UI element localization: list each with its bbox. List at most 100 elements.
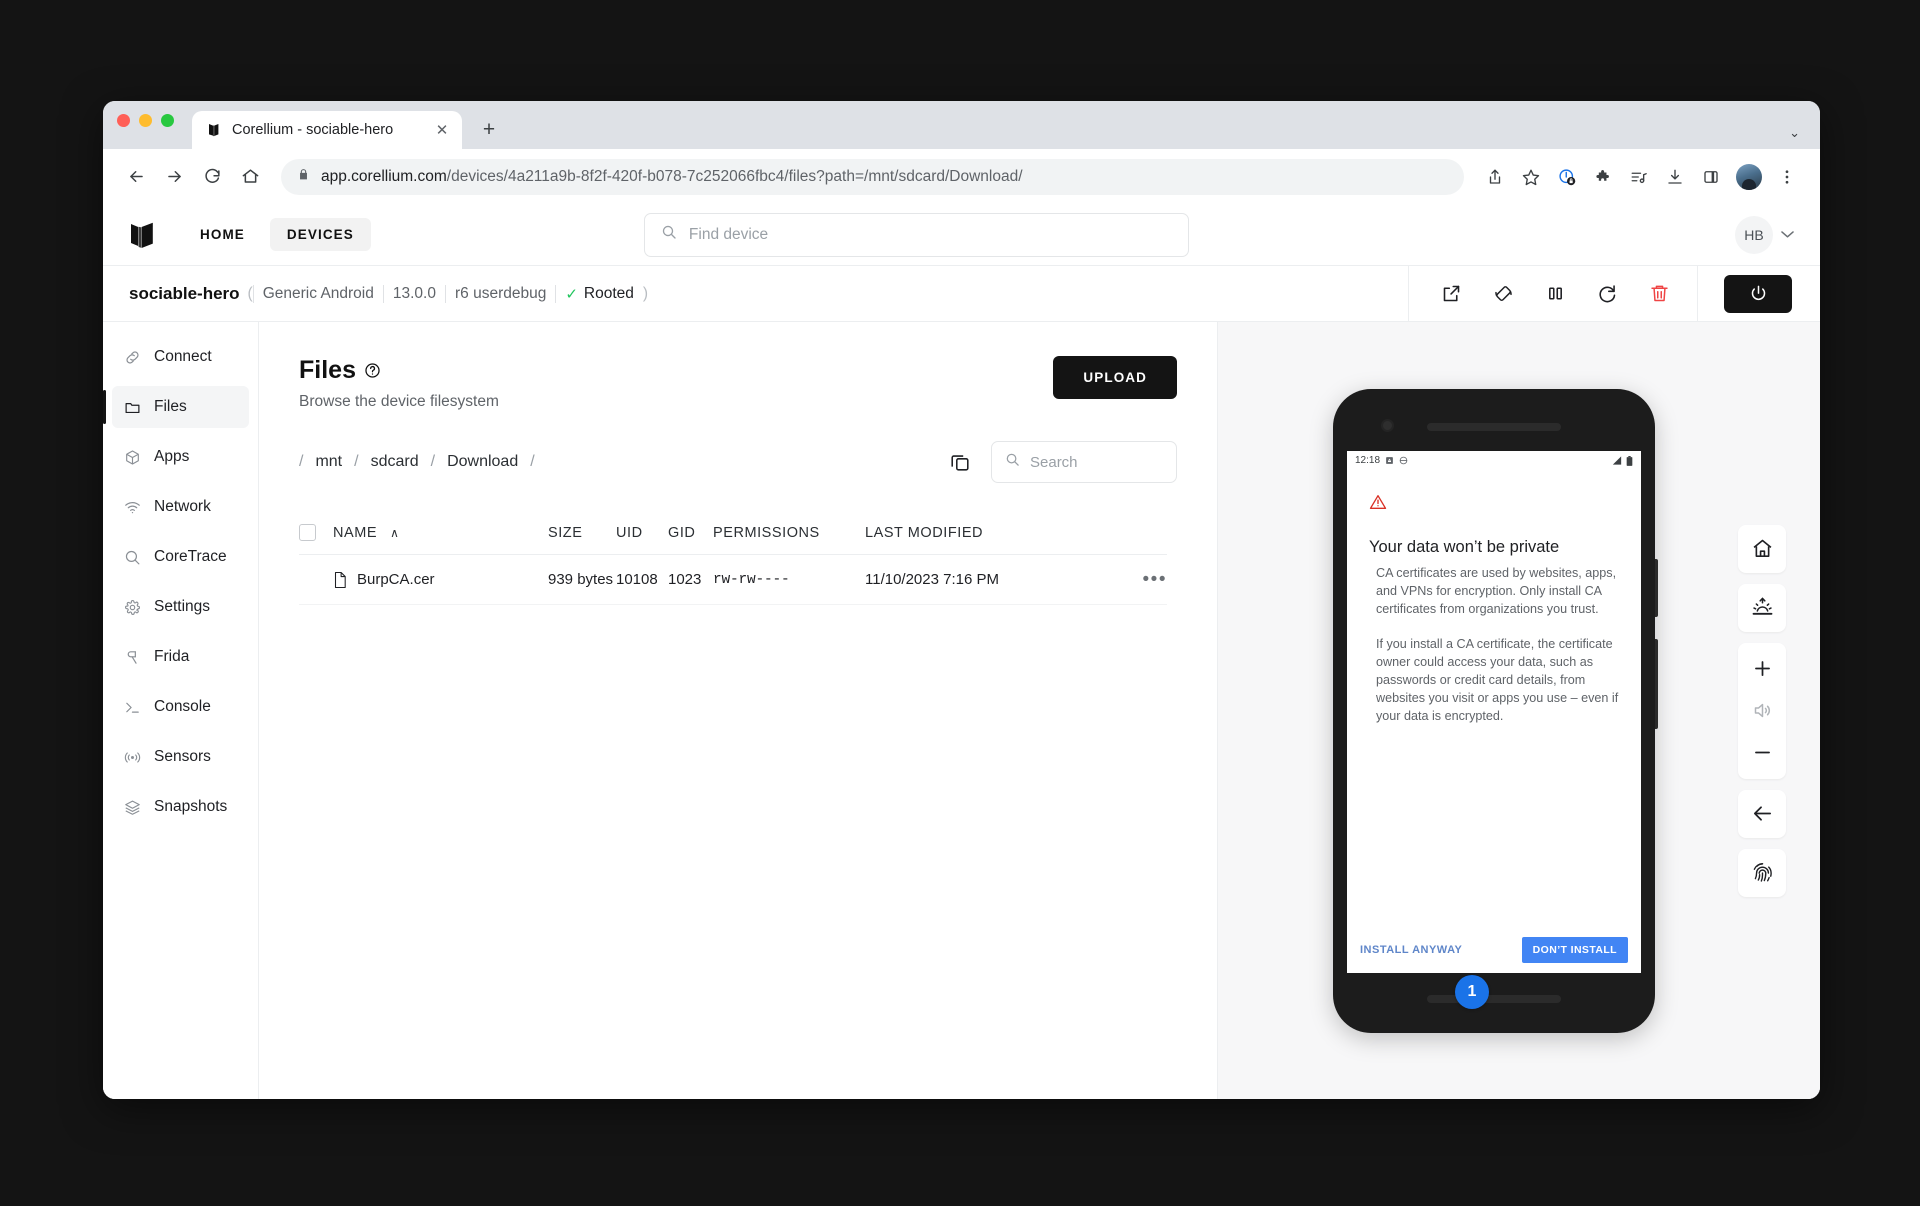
volume-down-button[interactable] — [1738, 735, 1786, 771]
table-row[interactable]: BurpCA.cer 939 bytes 10108 1023 rw-rw---… — [299, 555, 1167, 605]
back-button[interactable] — [1738, 789, 1786, 838]
tabstrip-menu-icon[interactable]: ⌄ — [1789, 125, 1800, 141]
device-version: 13.0.0 — [382, 284, 445, 303]
copy-icon[interactable] — [949, 451, 971, 473]
column-header-last-modified[interactable]: LAST MODIFIED — [865, 525, 1045, 541]
gear-icon — [123, 598, 141, 616]
corellium-app: HOME DEVICES Find device HB sociable-her… — [103, 204, 1820, 1099]
user-menu[interactable]: HB — [1734, 215, 1794, 254]
nav-link-devices[interactable]: DEVICES — [269, 218, 371, 251]
breadcrumb-separator: / — [354, 453, 359, 470]
close-tab-button[interactable]: ✕ — [432, 120, 452, 140]
sidebar-item-label: Console — [154, 698, 211, 715]
cell-name[interactable]: BurpCA.cer — [333, 571, 548, 589]
column-header-permissions[interactable]: PERMISSIONS — [713, 525, 865, 541]
home-button[interactable] — [1738, 524, 1786, 573]
app-top-nav: HOME DEVICES Find device HB — [103, 204, 1820, 266]
reload-icon[interactable] — [195, 160, 229, 194]
sidebar-item-label: Files — [154, 398, 187, 415]
sidebar-item-coretrace[interactable]: CoreTrace — [112, 536, 249, 578]
rotate-device-icon[interactable] — [1491, 282, 1515, 306]
sidebar-item-label: Snapshots — [154, 798, 228, 815]
device-info-bar: sociable-hero ( Generic Android 13.0.0 r… — [103, 266, 1820, 322]
privacy-lock-icon[interactable] — [1550, 160, 1584, 194]
column-header-gid[interactable]: GID — [668, 525, 713, 541]
browser-tab[interactable]: Corellium - sociable-hero ✕ — [192, 111, 462, 149]
minimize-window-button[interactable] — [139, 113, 152, 127]
help-circle-icon[interactable] — [364, 362, 381, 379]
device-actions — [1408, 266, 1697, 321]
delete-icon[interactable] — [1647, 282, 1671, 306]
hardware-controls — [1738, 524, 1786, 897]
back-arrow-icon[interactable] — [119, 160, 153, 194]
sync-icon — [1399, 456, 1408, 465]
column-header-size[interactable]: SIZE — [548, 525, 616, 541]
device-screen[interactable]: 12:18 Your data won’t be private CA cert… — [1347, 450, 1641, 973]
dialog-paragraph-1: CA certificates are used by websites, ap… — [1376, 565, 1617, 616]
column-header-name[interactable]: NAME ∧ — [333, 525, 548, 541]
downloads-icon[interactable] — [1658, 160, 1692, 194]
upload-button[interactable]: UPLOAD — [1053, 356, 1177, 399]
warning-triangle-icon — [1369, 494, 1387, 515]
profile-avatar[interactable] — [1736, 163, 1762, 190]
corellium-logo[interactable] — [129, 220, 155, 250]
restart-icon[interactable] — [1595, 282, 1619, 306]
row-overflow-menu-icon[interactable]: ••• — [1143, 569, 1167, 591]
new-tab-button[interactable]: + — [474, 115, 504, 145]
sidebar-item-snapshots[interactable]: Snapshots — [112, 786, 249, 828]
breadcrumb: / mnt / sdcard / Download / — [299, 453, 535, 471]
file-name: BurpCA.cer — [357, 571, 435, 588]
forward-arrow-icon[interactable] — [157, 160, 191, 194]
sidebar-item-console[interactable]: Console — [112, 686, 249, 728]
home-icon[interactable] — [233, 160, 267, 194]
volume-controls — [1738, 642, 1786, 779]
find-device-search[interactable]: Find device — [643, 212, 1189, 257]
extensions-puzzle-icon[interactable] — [1586, 160, 1620, 194]
status-time: 12:18 — [1355, 455, 1381, 466]
breadcrumb-item-download[interactable]: Download — [447, 453, 518, 471]
bookmark-star-icon[interactable] — [1514, 160, 1548, 194]
address-bar[interactable]: app.corellium.com/devices/4a211a9b-8f2f-… — [281, 158, 1464, 195]
close-window-button[interactable] — [117, 113, 130, 127]
sidebar-item-label: Connect — [154, 348, 212, 365]
device-sidebar: Connect Files Apps Network CoreTrace Set… — [103, 322, 259, 1099]
files-table: NAME ∧ SIZE UID GID PERMISSIONS LAST MOD… — [299, 511, 1167, 605]
maximize-window-button[interactable] — [161, 113, 174, 127]
sidebar-item-sensors[interactable]: Sensors — [112, 736, 249, 778]
fingerprint-button[interactable] — [1738, 848, 1786, 897]
lock-icon — [297, 167, 310, 187]
media-playlist-icon[interactable] — [1622, 160, 1656, 194]
sidebar-item-files[interactable]: Files — [103, 386, 249, 428]
brightness-button[interactable] — [1738, 583, 1786, 632]
share-icon[interactable] — [1478, 160, 1512, 194]
volume-mute-button[interactable] — [1738, 693, 1786, 729]
app-body: Connect Files Apps Network CoreTrace Set… — [103, 322, 1820, 1099]
column-header-uid[interactable]: UID — [616, 525, 668, 541]
breadcrumb-item-mnt[interactable]: mnt — [315, 453, 342, 471]
sidebar-item-settings[interactable]: Settings — [112, 586, 249, 628]
device-os: Generic Android — [252, 284, 383, 303]
nav-link-home[interactable]: HOME — [183, 218, 262, 251]
sidebar-item-network[interactable]: Network — [112, 486, 249, 528]
pause-icon[interactable] — [1543, 282, 1567, 306]
open-external-icon[interactable] — [1439, 282, 1463, 306]
sidebar-item-label: CoreTrace — [154, 548, 227, 565]
sidebar-item-frida[interactable]: Frida — [112, 636, 249, 678]
volume-up-button[interactable] — [1738, 651, 1786, 687]
dont-install-button[interactable]: DON’T INSTALL — [1521, 936, 1628, 963]
install-anyway-button[interactable]: INSTALL ANYWAY — [1360, 944, 1462, 956]
page-title: Files — [299, 356, 499, 385]
browser-toolbar: app.corellium.com/devices/4a211a9b-8f2f-… — [103, 149, 1820, 204]
row-checkbox[interactable] — [299, 571, 316, 588]
column-label: NAME — [333, 524, 378, 541]
sidebar-item-connect[interactable]: Connect — [112, 336, 249, 378]
power-button[interactable] — [1724, 274, 1792, 313]
side-panel-icon[interactable] — [1694, 160, 1728, 194]
sort-ascending-icon: ∧ — [390, 525, 400, 540]
breadcrumb-item-sdcard[interactable]: sdcard — [371, 453, 419, 471]
sidebar-item-apps[interactable]: Apps — [112, 436, 249, 478]
url-host: app.corellium.com — [321, 167, 447, 185]
select-all-checkbox[interactable] — [299, 524, 316, 541]
chrome-menu-icon[interactable] — [1770, 160, 1804, 194]
file-search-input[interactable]: Search — [991, 441, 1177, 483]
